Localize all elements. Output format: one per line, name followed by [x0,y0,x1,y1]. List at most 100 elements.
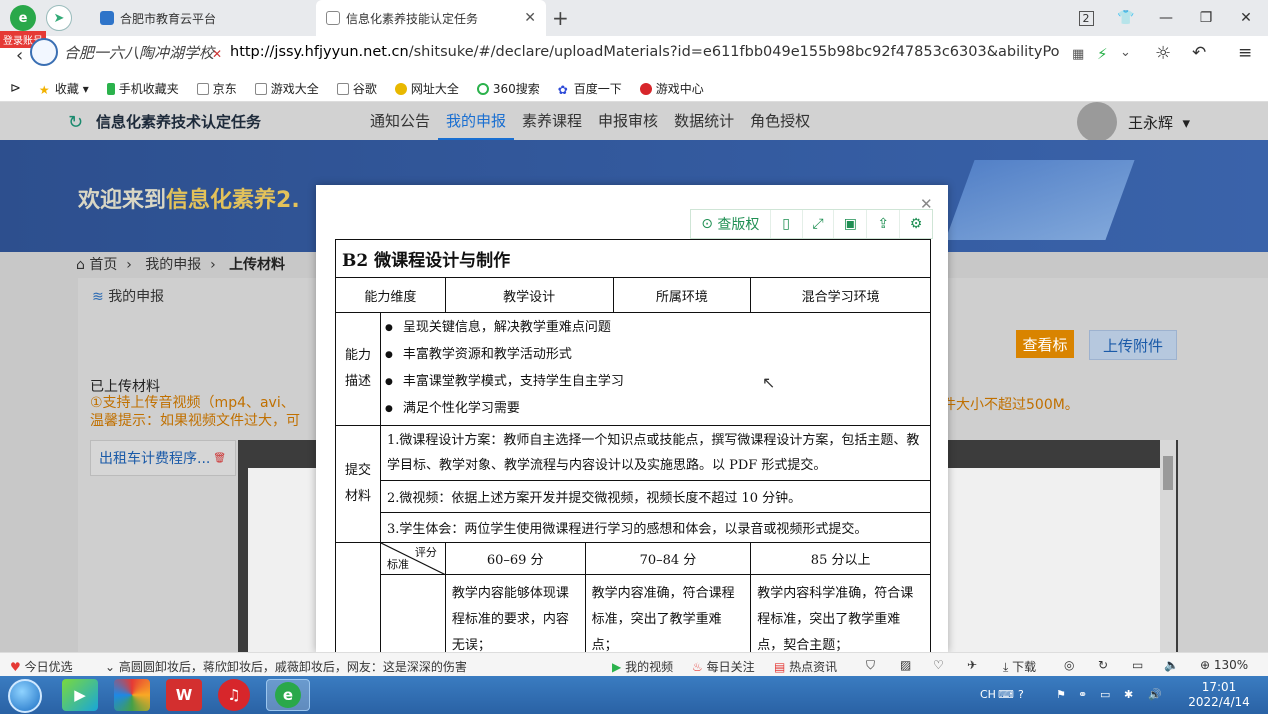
brightness-icon[interactable]: ☼ [1155,43,1171,64]
health-icon[interactable]: ♡ [933,658,944,672]
news-ticker[interactable]: ⌄ 高圆圆卸妆后，蒋欣卸妆后，戚薇卸妆后，网友：这是深深的伤害 [105,658,485,675]
my-video[interactable]: ▶ 我的视频 [612,658,673,675]
bookmarks-bar: ⊳ ★ 收藏 ▾ 手机收藏夹 京东 游戏大全 谷歌 网址大全 360搜索 ✿ 百度一… [0,76,1268,102]
bookmark-google[interactable]: 谷歌 [336,80,377,97]
wps-office-icon[interactable]: W [166,679,202,711]
tab-edu-cloud[interactable]: 合肥市教育云平台 [90,0,312,36]
daily-focus[interactable]: ♨ 每日关注 [692,658,755,675]
bookmark-360-search[interactable]: 360搜索 [476,80,540,97]
panel-title: ≋ 我的申报 [92,289,165,305]
viewer-scrollbar[interactable] [1160,440,1176,652]
uploaded-file-item[interactable]: 出租车计费程序... 🗑 [90,440,236,476]
undo-icon[interactable]: ↶ [1192,43,1206,63]
flag-icon[interactable]: ⚑ [1056,688,1066,701]
save-icon[interactable]: ▣ [834,210,868,238]
clock[interactable]: 17:01 2022/4/14 [1184,680,1254,710]
fullscreen-icon[interactable]: ⤢ [803,210,835,238]
chevron-down-icon[interactable]: ⌄ [1120,45,1131,60]
browser-taskbar-icon[interactable]: e [266,679,310,711]
environment-value: 混合学习环境 [750,277,931,313]
refresh-icon[interactable]: ↻ [1098,658,1108,672]
ability-label: 能力描述 [335,312,381,426]
wifi-icon[interactable]: ✱ [1124,688,1133,701]
bookmark-game-center[interactable]: 游戏中心 [639,80,704,97]
shield-icon[interactable]: ⛉ [866,658,875,673]
share-icon[interactable]: ⇪ [867,210,901,238]
standard-table: B2 微课程设计与制作 能力维度 教学设计 所属环境 混合学习环境 能力描述 呈… [335,239,932,652]
ability-list: 呈现关键信息，解决教学重难点问题 丰富教学资源和教学活动形式 丰富课堂教学模式，… [379,312,932,426]
settings-gear-icon[interactable]: ⚙ [900,210,932,238]
windows-taskbar: ▶ W ♫ e CH ⌨ ? ⚑ ⚭ ▭ ✱ 🔊 17:01 2022/4/14 [0,676,1268,714]
bookmark-favorites[interactable]: ★ 收藏 ▾ [39,80,89,97]
ability-item: 丰富教学资源和教学活动形式 [381,342,930,369]
browser-logo-icon[interactable]: e [10,5,36,31]
netease-music-icon[interactable]: ♫ [218,679,250,711]
breadcrumb-my-declare[interactable]: 我的申报 [145,257,201,273]
school-logo-text: 合肥一六八陶冲湖学校 [64,43,215,62]
help-icon[interactable]: ? [1018,688,1024,701]
restore-icon[interactable]: ❐ [1186,0,1226,36]
new-tab-button[interactable]: + [552,6,569,30]
volume-icon[interactable]: 🔊 [1148,688,1162,701]
menu-icon[interactable]: ≡ [1238,43,1252,63]
bookmark-mobile[interactable]: 手机收藏夹 [106,80,179,97]
breadcrumb-home[interactable]: 首页 [89,257,117,273]
keyboard-icon[interactable]: ⌨ [998,688,1014,701]
view-standard-button[interactable]: 查看标 [1016,330,1074,358]
bookmark-baidu[interactable]: ✿ 百度一下 [558,80,622,97]
sidebar-toggle-icon[interactable]: ⊳ [10,81,21,96]
nav-notice[interactable]: 通知公告 [362,102,438,140]
image-icon[interactable]: ▨ [900,658,911,672]
scroll-thumb[interactable] [1163,456,1173,490]
minimize-icon[interactable]: — [1146,0,1186,36]
ability-item: 呈现关键信息，解决教学重难点问题 [381,315,930,342]
rocket-icon[interactable]: ✈ [967,658,977,672]
navigation-arrow-icon[interactable]: ➤ [46,5,72,31]
bookmark-url-nav[interactable]: 网址大全 [394,80,459,97]
tab-skill-task[interactable]: 信息化素养技能认定任务 ✕ [316,0,546,36]
language-indicator[interactable]: CH [980,688,996,701]
zoom-level[interactable]: ⊕ 130% [1200,658,1248,672]
bookmark-jd[interactable]: 京东 [196,80,237,97]
tab-label: 信息化素养技能认定任务 [346,11,479,26]
nav-my-declare[interactable]: 我的申报 [438,102,515,140]
nav-statistics[interactable]: 数据统计 [666,102,742,140]
nav-review[interactable]: 申报审核 [590,102,666,140]
sound-icon[interactable]: 🔈 [1164,658,1179,672]
avatar[interactable] [1077,102,1117,142]
back-icon[interactable]: ‹ [16,45,23,66]
display-icon[interactable]: ▭ [1100,688,1110,701]
url-field[interactable]: http://jssy.hfjyyun.net.cn/shitsuke/#/de… [230,44,1060,60]
nav-courses[interactable]: 素养课程 [514,102,590,140]
tab-count-badge[interactable]: 2 [1066,0,1106,36]
shirt-skin-icon[interactable]: 👕 [1106,0,1146,36]
copyright-check-button[interactable]: ⊙ 查版权 [691,210,771,238]
delete-icon[interactable]: 🗑 [213,453,226,464]
bookmark-games[interactable]: 游戏大全 [254,80,319,97]
baidu-paw-icon: ✿ [557,82,568,97]
today-picks[interactable]: ♥ 今日优选 [10,658,73,675]
upload-attachment-button[interactable]: 上传附件 [1089,330,1177,360]
upload-info-line1: ①支持上传音视频（mp4、avi、 [90,395,295,411]
pinwheel-app-icon[interactable] [114,679,150,711]
site-header: ↻ 信息化素养技术认定任务 通知公告 我的申报 素养课程 申报审核 数据统计 角… [0,102,1268,142]
nav-roles[interactable]: 角色授权 [742,102,818,140]
qr-code-icon[interactable]: ▦ [1072,47,1084,62]
close-window-icon[interactable]: ✕ [1226,0,1266,36]
banner-illustration [945,160,1135,240]
copy-icon[interactable]: ▯ [771,210,803,238]
game-center-icon [639,82,652,95]
start-button[interactable] [8,679,42,713]
lightning-icon[interactable]: ⚡ [1097,45,1108,63]
window-icon[interactable]: ▭ [1132,658,1143,672]
translate-icon[interactable]: ◎ [1064,658,1074,672]
user-name[interactable]: 王永辉 ▾ [1128,112,1190,133]
main-nav: 通知公告 我的申报 素养课程 申报审核 数据统计 角色授权 [362,102,818,140]
media-player-icon[interactable]: ▶ [62,679,98,711]
home-icon[interactable]: ⌂ [76,257,85,273]
standard-preview-modal: ✕ ⊙ 查版权 ▯ ⤢ ▣ ⇪ ⚙ B2 微课程设计与制作 能力维度 教学设计 … [316,185,948,652]
network-icon[interactable]: ⚭ [1078,688,1087,701]
close-tab-icon[interactable]: ✕ [524,10,536,26]
hot-news[interactable]: ▤ 热点资讯 [774,658,837,675]
download-button[interactable]: ⤓ 下载 [1003,658,1036,675]
